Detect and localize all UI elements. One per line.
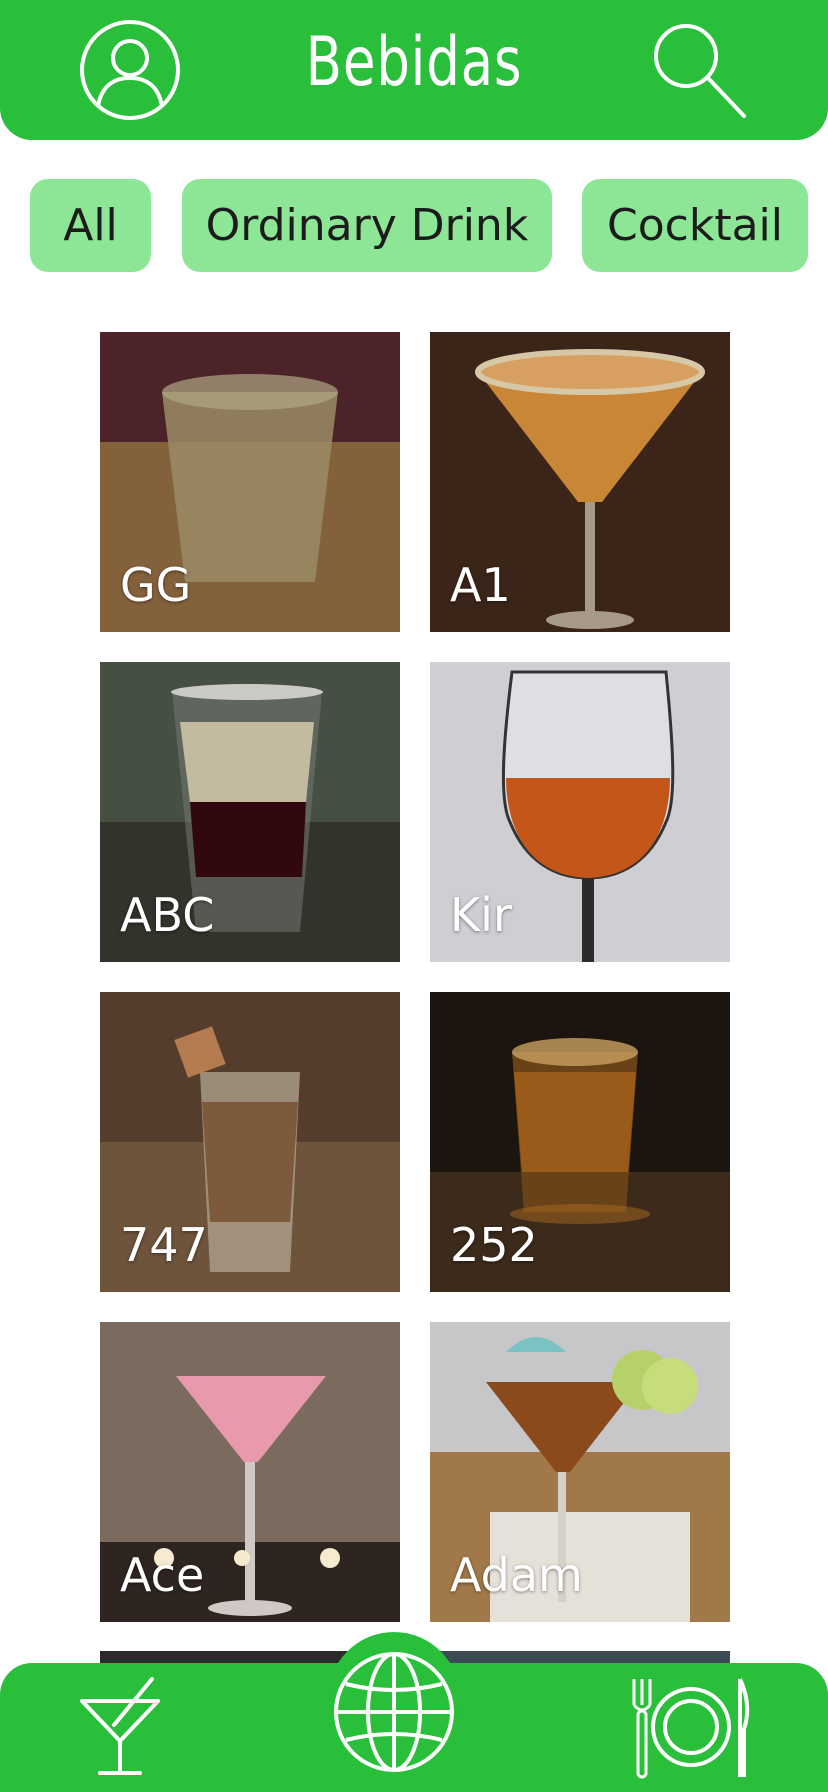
drink-card[interactable]: Kir [430,662,730,962]
drink-card[interactable]: A1 [430,332,730,632]
cocktail-icon[interactable] [78,1677,162,1777]
app-header: Bebidas [0,0,828,140]
filter-ordinary-drink[interactable]: Ordinary Drink [182,179,552,272]
page-title: Bebidas [305,23,523,102]
category-filters: All Ordinary Drink Cocktail [0,179,828,272]
drink-name: 252 [450,1218,538,1272]
drink-name: Kir [450,888,512,942]
drink-card[interactable]: 747 [100,992,400,1292]
drink-card[interactable]: ABC [100,662,400,962]
drink-name: Ace [120,1548,205,1602]
search-icon[interactable] [648,20,748,120]
drink-name: 747 [120,1218,208,1272]
drink-name: ABC [120,888,215,942]
drink-card[interactable]: GG [100,332,400,632]
globe-icon[interactable] [332,1650,456,1774]
restaurant-icon[interactable] [630,1675,752,1781]
drink-name: Adam [450,1548,583,1602]
drink-card[interactable]: Adam [430,1322,730,1622]
drink-name: GG [120,558,192,612]
filter-all[interactable]: All [30,179,151,272]
drink-name: A1 [450,558,511,612]
filter-cocktail[interactable]: Cocktail [582,179,808,272]
drink-card[interactable]: 252 [430,992,730,1292]
drink-card[interactable]: Ace [100,1322,400,1622]
